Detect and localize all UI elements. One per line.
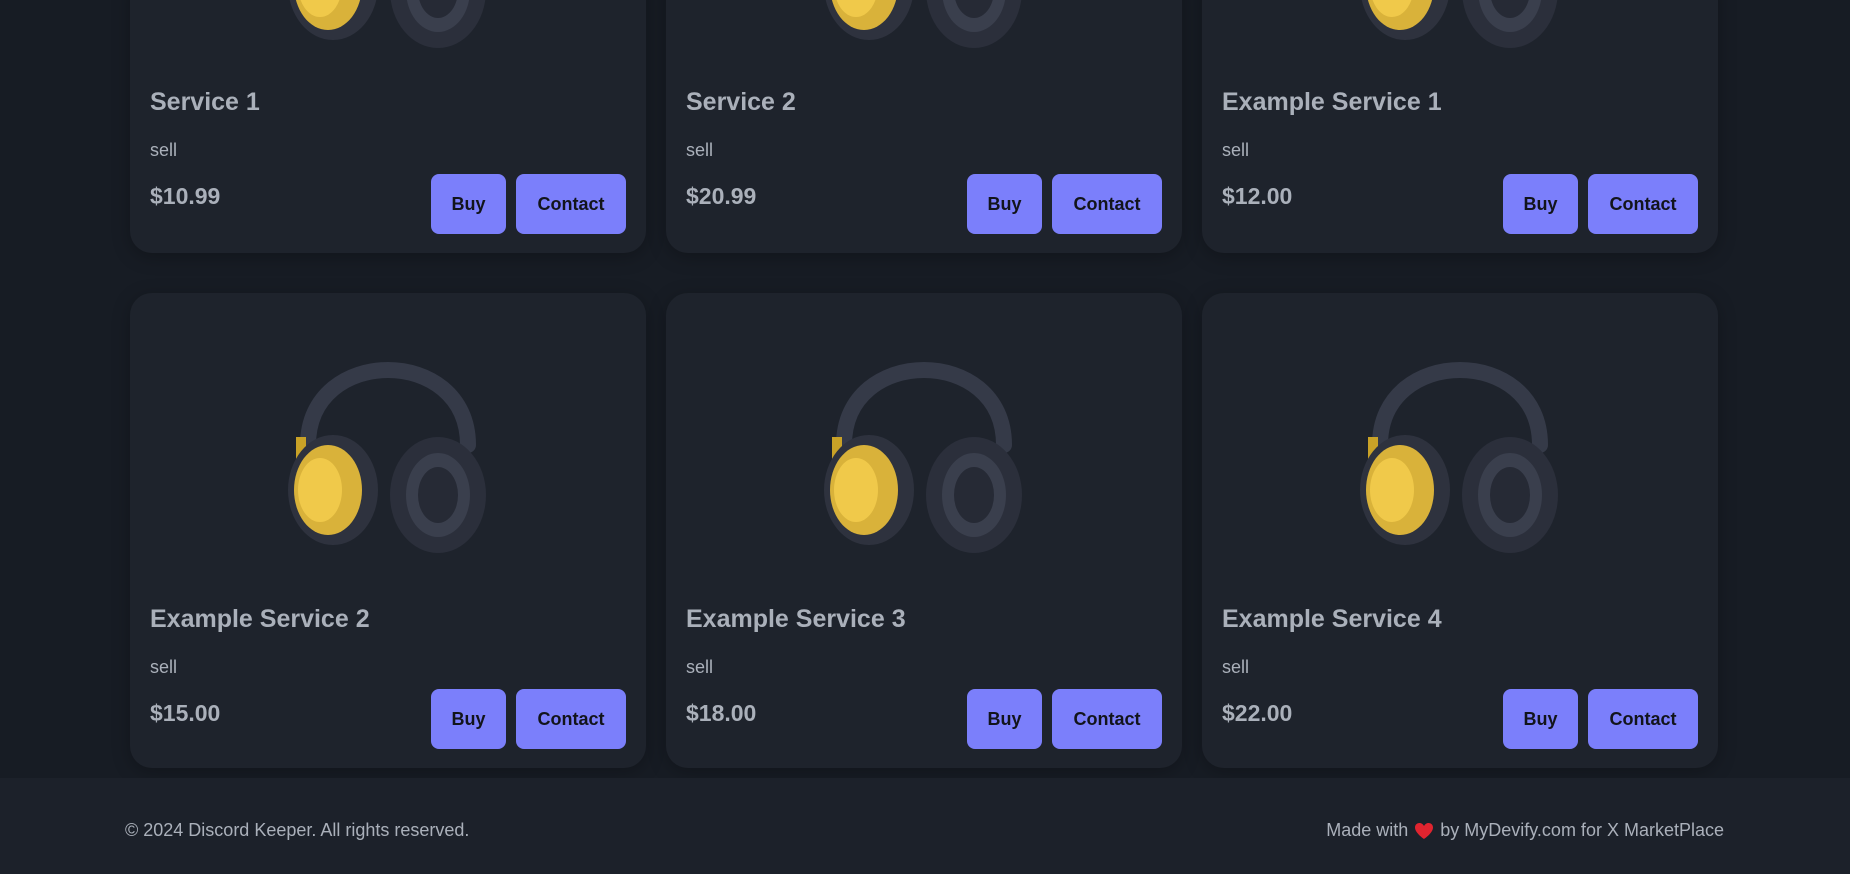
copyright-text: © 2024 Discord Keeper. All rights reserv… <box>125 820 470 840</box>
contact-button[interactable]: Contact <box>1052 174 1162 234</box>
headphones-icon <box>1202 0 1718 50</box>
buy-button[interactable]: Buy <box>1503 174 1578 234</box>
card-actions: Buy Contact <box>1503 174 1698 234</box>
headphones-icon <box>666 325 1182 555</box>
card-actions: Buy Contact <box>431 689 626 749</box>
service-card: Example Service 3 sell $18.00 Buy Contac… <box>666 293 1182 768</box>
service-card: Service 1 sell $10.99 Buy Contact <box>130 0 646 253</box>
service-price: $15.00 <box>150 700 221 726</box>
service-price: $10.99 <box>150 183 221 209</box>
service-description: sell <box>150 140 178 160</box>
service-title: Service 2 <box>686 88 796 116</box>
card-actions: Buy Contact <box>431 174 626 234</box>
service-description: sell <box>1222 140 1250 160</box>
footer-credit: Made with by MyDevify.com for X MarketPl… <box>1326 820 1724 841</box>
service-description: sell <box>686 657 714 677</box>
contact-button[interactable]: Contact <box>1588 689 1698 749</box>
card-actions: Buy Contact <box>967 174 1162 234</box>
page: Service 1 sell $10.99 Buy Contact Servic… <box>0 0 1850 874</box>
author-link[interactable]: by MyDevify.com for X MarketPlace <box>1440 820 1724 841</box>
card-actions: Buy Contact <box>967 689 1162 749</box>
service-card: Example Service 2 sell $15.00 Buy Contac… <box>130 293 646 768</box>
card-actions: Buy Contact <box>1503 689 1698 749</box>
headphones-icon <box>130 0 646 50</box>
headphones-icon <box>130 325 646 555</box>
buy-button[interactable]: Buy <box>1503 689 1578 749</box>
service-title: Example Service 3 <box>686 605 906 633</box>
service-description: sell <box>1222 657 1250 677</box>
service-price: $18.00 <box>686 700 757 726</box>
buy-button[interactable]: Buy <box>431 174 506 234</box>
service-price: $20.99 <box>686 183 757 209</box>
buy-button[interactable]: Buy <box>967 689 1042 749</box>
made-with-text: Made with <box>1326 820 1409 840</box>
headphones-icon <box>1202 325 1718 555</box>
service-card: Example Service 4 sell $22.00 Buy Contac… <box>1202 293 1718 768</box>
buy-button[interactable]: Buy <box>431 689 506 749</box>
service-card: Service 2 sell $20.99 Buy Contact <box>666 0 1182 253</box>
contact-button[interactable]: Contact <box>516 174 626 234</box>
service-card: Example Service 1 sell $12.00 Buy Contac… <box>1202 0 1718 253</box>
service-title: Example Service 2 <box>150 605 370 633</box>
service-title: Service 1 <box>150 88 260 116</box>
headphones-icon <box>666 0 1182 50</box>
contact-button[interactable]: Contact <box>1588 174 1698 234</box>
service-title: Example Service 4 <box>1222 605 1442 633</box>
service-description: sell <box>150 657 178 677</box>
contact-button[interactable]: Contact <box>1052 689 1162 749</box>
service-description: sell <box>686 140 714 160</box>
service-title: Example Service 1 <box>1222 88 1442 116</box>
contact-button[interactable]: Contact <box>516 689 626 749</box>
service-price: $12.00 <box>1222 183 1293 209</box>
buy-button[interactable]: Buy <box>967 174 1042 234</box>
footer: © 2024 Discord Keeper. All rights reserv… <box>0 778 1850 874</box>
service-price: $22.00 <box>1222 700 1293 726</box>
heart-icon <box>1414 822 1434 840</box>
